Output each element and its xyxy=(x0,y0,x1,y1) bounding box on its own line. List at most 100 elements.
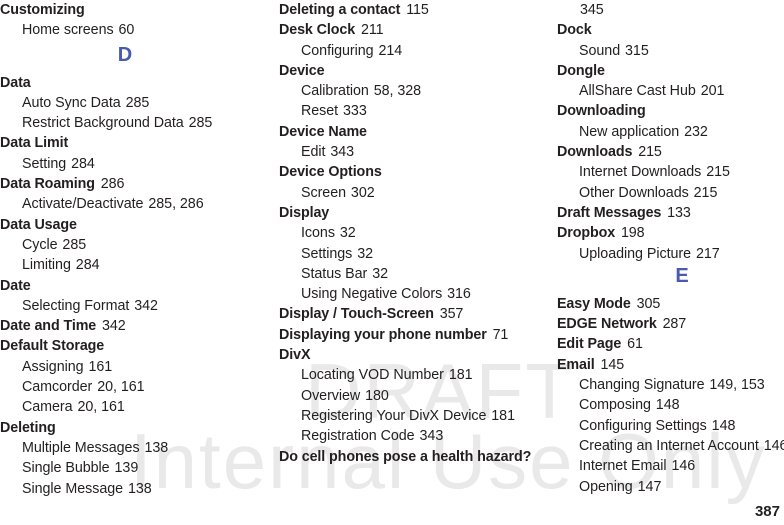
index-entry-sub[interactable]: Uploading Picture 217 xyxy=(557,244,784,264)
index-entry-main[interactable]: Draft Messages 133 xyxy=(557,203,784,223)
index-entry-main[interactable]: Data Roaming 286 xyxy=(0,174,250,194)
index-entry-page-number: 284 xyxy=(71,257,100,274)
index-entry-page-number: 286 xyxy=(96,176,125,193)
index-entry-page-number: 342 xyxy=(98,318,126,335)
index-entry-sub[interactable]: Reset 333 xyxy=(279,101,529,121)
index-entry-sub[interactable]: Cycle 285 xyxy=(0,235,250,255)
index-entry-sub[interactable]: Calibration 58, 328 xyxy=(279,81,529,101)
index-entry-main[interactable]: Desk Clock 211 xyxy=(279,20,529,40)
index-entry-sub[interactable]: Internet Email 146 xyxy=(557,456,784,476)
index-entry-main[interactable]: Easy Mode 305 xyxy=(557,294,784,314)
index-entry-sub[interactable]: Overview 180 xyxy=(279,386,529,406)
index-entry-label: Activate/Deactivate xyxy=(22,196,144,213)
index-entry-sub[interactable]: Camera 20, 161 xyxy=(0,397,250,417)
index-entry-sub[interactable]: Sound 315 xyxy=(557,41,784,61)
index-entry-main[interactable]: Customizing xyxy=(0,0,250,20)
index-entry-main[interactable]: Data xyxy=(0,73,250,93)
index-entry-label: Internet Email xyxy=(579,458,667,475)
index-entry-page-number: 148 xyxy=(707,417,736,434)
index-entry-sub[interactable]: Edit 343 xyxy=(279,142,529,162)
index-entry-main[interactable]: Data Usage xyxy=(0,215,250,235)
index-entry-sub[interactable]: Configuring 214 xyxy=(279,41,529,61)
index-entry-page-number: 285 xyxy=(58,236,87,253)
index-entry-label: Overview xyxy=(301,387,361,404)
index-entry-main[interactable]: Dropbox 198 xyxy=(557,223,784,243)
index-entry-sub[interactable]: Auto Sync Data 285 xyxy=(0,93,250,113)
index-entry-main[interactable]: Displaying your phone number 71 xyxy=(279,325,529,345)
index-entry-page-number: 285, 286 xyxy=(144,196,204,213)
index-entry-sub[interactable]: New application 232 xyxy=(557,122,784,142)
index-entry-main[interactable]: Deleting a contact 115 xyxy=(279,0,529,20)
index-entry-label: Configuring Settings xyxy=(579,417,707,434)
index-entry-page-number: 161 xyxy=(84,358,113,375)
index-entry-main[interactable]: Data Limit xyxy=(0,133,250,153)
index-entry-sub[interactable]: Changing Signature 149, 153 xyxy=(557,375,784,395)
index-entry-label: New application xyxy=(579,123,680,140)
index-entry-main[interactable]: Dock xyxy=(557,20,784,40)
index-entry-sub[interactable]: Limiting 284 xyxy=(0,255,250,275)
index-entry-sub[interactable]: Icons 32 xyxy=(279,223,529,243)
index-entry-main[interactable]: Deleting xyxy=(0,418,250,438)
index-entry-sub[interactable]: Single Message 138 xyxy=(0,479,250,499)
index-entry-sub[interactable]: Internet Downloads 215 xyxy=(557,162,784,182)
index-entry-page-number: 305 xyxy=(632,295,661,312)
index-entry-sub[interactable]: Restrict Background Data 285 xyxy=(0,113,250,133)
index-entry-sub[interactable]: Single Bubble 139 xyxy=(0,458,250,478)
index-entry-label: Desk Clock xyxy=(279,22,356,39)
index-entry-main[interactable]: DivX xyxy=(279,345,529,365)
index-entry-sub[interactable]: Camcorder 20, 161 xyxy=(0,377,250,397)
index-entry-main[interactable]: Date xyxy=(0,276,250,296)
index-entry-page-number: 149, 153 xyxy=(705,377,765,394)
index-entry-main[interactable]: Downloads 215 xyxy=(557,142,784,162)
index-entry-page-number: 201 xyxy=(696,83,725,100)
index-entry-sub[interactable]: Setting 284 xyxy=(0,154,250,174)
index-entry-sub[interactable]: Activate/Deactivate 285, 286 xyxy=(0,194,250,214)
index-entry-main[interactable]: Device xyxy=(279,61,529,81)
index-entry-main[interactable]: Device Name xyxy=(279,122,529,142)
index-entry-main[interactable]: Device Options xyxy=(279,162,529,182)
index-entry-main[interactable]: Email 145 xyxy=(557,355,784,375)
index-entry-main[interactable]: Display xyxy=(279,203,529,223)
index-entry-label: Changing Signature xyxy=(579,377,705,394)
index-entry-sub[interactable]: Creating an Internet Account 146 xyxy=(557,436,784,456)
index-entry-sub[interactable]: Assigning 161 xyxy=(0,357,250,377)
index-entry-sub[interactable]: Locating VOD Number 181 xyxy=(279,365,529,385)
index-entry-page-number: 217 xyxy=(692,245,720,262)
index-entry-sub[interactable]: Multiple Messages 138 xyxy=(0,438,250,458)
index-entry-sub[interactable]: AllShare Cast Hub 201 xyxy=(557,81,784,101)
index-entry-sub[interactable]: Using Negative Colors 316 xyxy=(279,284,529,304)
index-entry-main[interactable]: Edit Page 61 xyxy=(557,334,784,354)
index-entry-label: Registration Code xyxy=(301,428,415,445)
index-entry-sub[interactable]: Opening 147 xyxy=(557,477,784,497)
index-entry-page-number: 147 xyxy=(633,478,662,495)
index-entry-main[interactable]: EDGE Network 287 xyxy=(557,314,784,334)
index-entry-sub[interactable]: Home screens 60 xyxy=(0,20,250,40)
index-entry-sub[interactable]: Composing 148 xyxy=(557,395,784,415)
index-entry-main[interactable]: Display / Touch-Screen 357 xyxy=(279,304,529,324)
index-entry-label: Edit xyxy=(301,144,326,161)
index-entry-main[interactable]: Default Storage xyxy=(0,336,250,356)
index-entry-main[interactable]: Dongle xyxy=(557,61,784,81)
index-entry-main[interactable]: Downloading xyxy=(557,101,784,121)
index-entry-main[interactable]: Date and Time 342 xyxy=(0,316,250,336)
index-entry-page-number: 343 xyxy=(415,428,444,445)
index-entry-sub[interactable]: 345 xyxy=(557,0,784,20)
index-entry-label: Selecting Format xyxy=(22,297,130,314)
index-entry-page-number: 302 xyxy=(347,184,375,201)
index-entry-sub[interactable]: Screen 302 xyxy=(279,183,529,203)
index-entry-page-number: 333 xyxy=(339,103,367,120)
index-entry-sub[interactable]: Status Bar 32 xyxy=(279,264,529,284)
index-entry-main[interactable]: Do cell phones pose a health hazard? xyxy=(279,447,531,467)
index-entry-sub[interactable]: Registering Your DivX Device 181 xyxy=(279,406,529,426)
index-entry-page-number: 285 xyxy=(121,94,150,111)
index-entry-sub[interactable]: Registration Code 343 xyxy=(279,426,529,446)
index-entry-sub[interactable]: Configuring Settings 148 xyxy=(557,416,784,436)
index-entry-label: Date and Time xyxy=(0,318,97,335)
index-entry-sub[interactable]: Settings 32 xyxy=(279,244,529,264)
index-entry-page-number: 71 xyxy=(488,326,509,343)
index-entry-label: Limiting xyxy=(22,257,71,274)
index-entry-page-number: 211 xyxy=(357,22,384,39)
index-entry-sub[interactable]: Other Downloads 215 xyxy=(557,183,784,203)
index-entry-sub[interactable]: Selecting Format 342 xyxy=(0,296,250,316)
index-entry-label: Sound xyxy=(579,42,621,59)
